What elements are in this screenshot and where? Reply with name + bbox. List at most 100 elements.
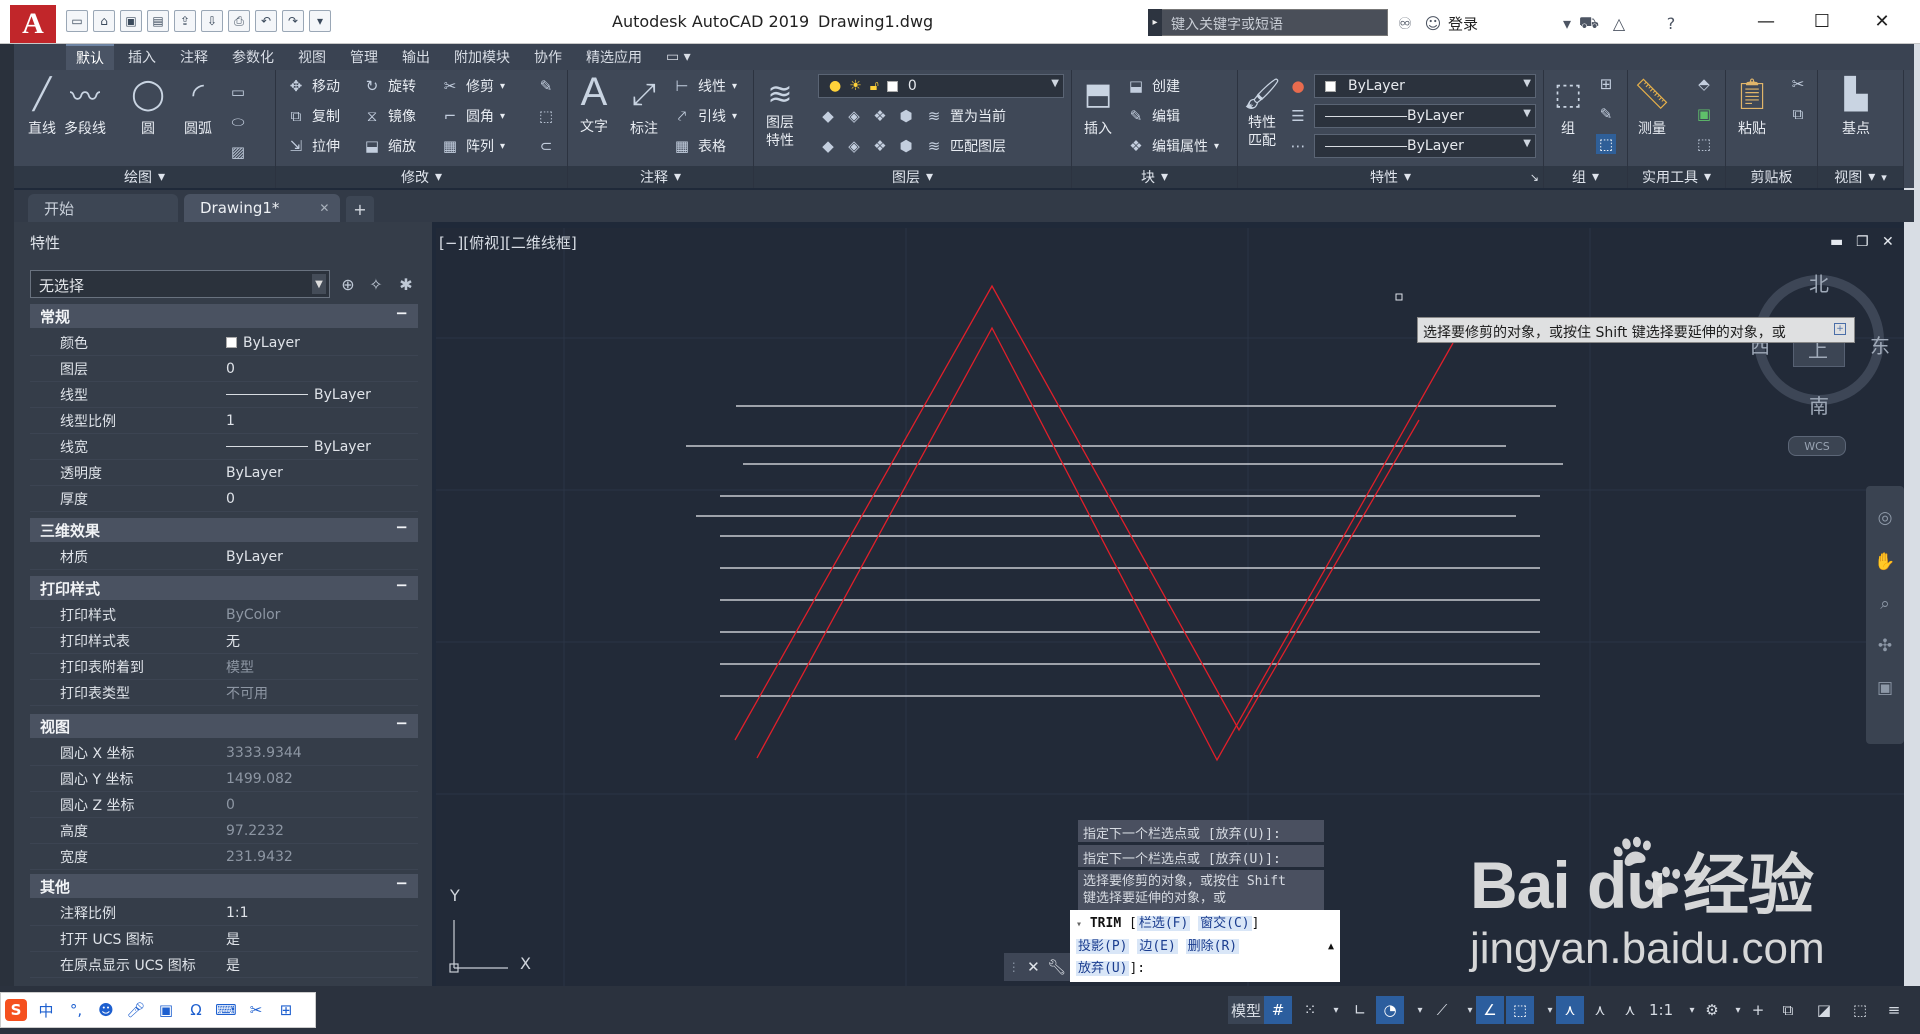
tab-parametric[interactable]: 参数化 bbox=[222, 44, 284, 70]
help-icon[interactable]: ? bbox=[1660, 12, 1682, 34]
viewport-close-icon[interactable]: ✕ bbox=[1882, 234, 1894, 250]
section-header-misc[interactable]: 其他 − bbox=[30, 874, 418, 898]
layer-properties-button[interactable]: ≋ 图层 特性 bbox=[760, 74, 800, 150]
panel-title-draw[interactable]: 绘图 ▾ bbox=[14, 166, 275, 188]
web-open-icon[interactable]: ⇪ bbox=[174, 10, 196, 32]
object-snap-tracking-icon[interactable]: ∠ bbox=[1476, 996, 1504, 1024]
base-view-button[interactable]: ▙ 基点 bbox=[1836, 74, 1876, 138]
tools-icon[interactable]: ✂ bbox=[245, 999, 267, 1021]
color-select[interactable]: ByLayer ▼ bbox=[1314, 74, 1536, 98]
punctuation-icon[interactable]: °, bbox=[65, 999, 87, 1021]
option-edge[interactable]: 边(E) bbox=[1137, 939, 1178, 954]
insert-block-button[interactable]: ⬒ 插入 bbox=[1078, 74, 1118, 138]
plus-icon[interactable]: + bbox=[1744, 996, 1772, 1024]
property-value-cell[interactable]: 无 bbox=[220, 628, 418, 653]
viewport-minimize-icon[interactable]: ▬ bbox=[1830, 234, 1843, 250]
trim-button[interactable]: ✂ 修剪 ▾ bbox=[440, 74, 505, 98]
viewport-restore-icon[interactable]: ❐ bbox=[1856, 234, 1869, 250]
array-button[interactable]: ▦ 阵列 ▾ bbox=[440, 134, 505, 158]
collapse-icon[interactable]: − bbox=[395, 714, 408, 732]
wcs-menu[interactable]: WCS bbox=[1788, 436, 1846, 456]
property-value-cell[interactable]: 模型 bbox=[220, 654, 418, 679]
tab-collaborate[interactable]: 协作 bbox=[524, 44, 572, 70]
polar-tracking-icon[interactable]: ◔ bbox=[1376, 996, 1404, 1024]
layer-lock-icon[interactable]: ⬢ bbox=[896, 106, 916, 126]
selection-select[interactable]: 无选择 ▼ bbox=[30, 270, 330, 298]
customize-wrench-icon[interactable]: 🔧︎ bbox=[1047, 958, 1066, 976]
panel-title-layers[interactable]: 图层 ▾ bbox=[754, 166, 1071, 188]
leader-button[interactable]: ⤤ 引线 ▾ bbox=[672, 104, 737, 128]
chevron-down-icon[interactable]: ▾ bbox=[1556, 12, 1578, 34]
hatch-button[interactable]: ▨ bbox=[228, 140, 248, 164]
steering-wheel-icon[interactable]: ◎ bbox=[1873, 506, 1897, 530]
linetype-select[interactable]: ByLayer ▼ bbox=[1314, 104, 1536, 128]
linear-button[interactable]: ⊢ 线性 ▾ bbox=[672, 74, 737, 98]
property-row[interactable]: 打印样式 ByColor bbox=[30, 602, 418, 628]
match-layer-button[interactable]: ≋ 匹配图层 bbox=[924, 134, 1006, 158]
tab-insert[interactable]: 插入 bbox=[118, 44, 166, 70]
erase-button[interactable]: ✎ bbox=[536, 74, 556, 98]
model-space-button[interactable]: 模型 bbox=[1228, 996, 1265, 1024]
set-current-button[interactable]: ≋ 置为当前 bbox=[924, 104, 1006, 128]
ortho-icon[interactable]: ∟ bbox=[1346, 996, 1374, 1024]
layer-thaw-icon[interactable]: ❖ bbox=[870, 136, 890, 156]
isolate-objects-icon[interactable]: ⧉ bbox=[1774, 996, 1802, 1024]
dimension-button[interactable]: ⤢ 标注 bbox=[624, 74, 664, 138]
move-button[interactable]: ✥ 移动 bbox=[286, 74, 340, 98]
property-value-cell[interactable]: 231.9432 bbox=[220, 844, 418, 869]
property-value-cell[interactable]: ByLayer bbox=[220, 544, 418, 569]
collapse-icon[interactable]: − bbox=[395, 304, 408, 322]
group-edit-icon[interactable]: ✎ bbox=[1596, 104, 1616, 124]
close-icon[interactable]: ✕ bbox=[1027, 958, 1040, 976]
property-value-cell[interactable]: 1499.082 bbox=[220, 766, 418, 791]
option-fence[interactable]: 栏选(F) bbox=[1136, 916, 1191, 931]
ellipse-button[interactable]: ⬭ bbox=[228, 110, 248, 134]
property-value-cell[interactable]: ByLayer bbox=[220, 330, 418, 355]
property-value-cell[interactable]: 0 bbox=[220, 792, 418, 817]
polyline-button[interactable]: 〰多段线 bbox=[64, 74, 106, 138]
panel-title-annotation[interactable]: 注释 ▾ bbox=[568, 166, 753, 188]
property-row[interactable]: 圆心 Y 坐标 1499.082 bbox=[30, 766, 418, 792]
option-project[interactable]: 投影(P) bbox=[1076, 939, 1130, 954]
property-value-cell[interactable]: 0 bbox=[220, 486, 418, 511]
color-wheel-icon[interactable]: ● bbox=[1288, 76, 1308, 96]
panel-title-utilities[interactable]: 实用工具 ▾ bbox=[1628, 166, 1725, 188]
property-value-cell[interactable]: ByLayer bbox=[220, 382, 418, 407]
sign-in-button[interactable]: 登录 bbox=[1448, 13, 1478, 34]
cart-icon[interactable]: ⛟ bbox=[1578, 12, 1600, 34]
layer-on-icon[interactable]: ◆ bbox=[818, 136, 838, 156]
customization-menu-icon[interactable]: ≡ bbox=[1880, 996, 1908, 1024]
user-icon[interactable]: ☺ bbox=[1422, 12, 1444, 34]
cut-icon[interactable]: ✂ bbox=[1788, 74, 1808, 94]
close-button[interactable]: ✕ bbox=[1854, 4, 1910, 38]
tab-output[interactable]: 输出 bbox=[392, 44, 440, 70]
quick-select-icon[interactable]: ⬘ bbox=[1694, 74, 1714, 94]
ribbon-toggle-icon[interactable]: ▭ ▾ bbox=[656, 44, 701, 70]
viewcube-south[interactable]: 南 bbox=[1809, 390, 1829, 419]
property-value-cell[interactable]: 97.2232 bbox=[220, 818, 418, 843]
mirror-button[interactable]: ⧖ 镜像 bbox=[362, 104, 416, 128]
lineweight-icon[interactable]: ☰ bbox=[1288, 106, 1308, 126]
collapse-icon[interactable]: − bbox=[395, 874, 408, 892]
grid-icon[interactable]: # bbox=[1264, 996, 1292, 1024]
arc-button[interactable]: ◜ 圆弧 bbox=[178, 74, 218, 138]
new-tab-button[interactable]: + bbox=[346, 196, 374, 222]
property-row[interactable]: 打印表类型 不可用 bbox=[30, 680, 418, 706]
option-undo[interactable]: 放弃(U) bbox=[1076, 961, 1130, 976]
option-erase[interactable]: 删除(R) bbox=[1185, 939, 1240, 954]
text-button[interactable]: A 文字 bbox=[574, 70, 614, 136]
dialog-launcher-icon[interactable]: ↘ bbox=[1530, 171, 1539, 184]
select-objects-icon[interactable]: ✧ bbox=[364, 272, 388, 296]
property-value-cell[interactable]: 1 bbox=[220, 408, 418, 433]
expand-icon[interactable]: + bbox=[1834, 323, 1846, 335]
chat-icon[interactable]: ▣ bbox=[155, 999, 177, 1021]
orbit-icon[interactable]: ✣ bbox=[1873, 634, 1897, 658]
calculator-icon[interactable]: ▣ bbox=[1694, 104, 1714, 124]
annotation-scale-icon[interactable]: ⋏ bbox=[1616, 996, 1644, 1024]
explode-button[interactable]: ⬚ bbox=[536, 104, 556, 128]
group-button[interactable]: ⬚ 组 bbox=[1548, 74, 1588, 138]
auto-scale-icon[interactable]: ⋏ bbox=[1586, 996, 1614, 1024]
scroll-up-icon[interactable]: ▲ bbox=[1328, 936, 1334, 958]
panel-title-groups[interactable]: 组 ▾ bbox=[1544, 166, 1627, 188]
tab-view[interactable]: 视图 bbox=[288, 44, 336, 70]
